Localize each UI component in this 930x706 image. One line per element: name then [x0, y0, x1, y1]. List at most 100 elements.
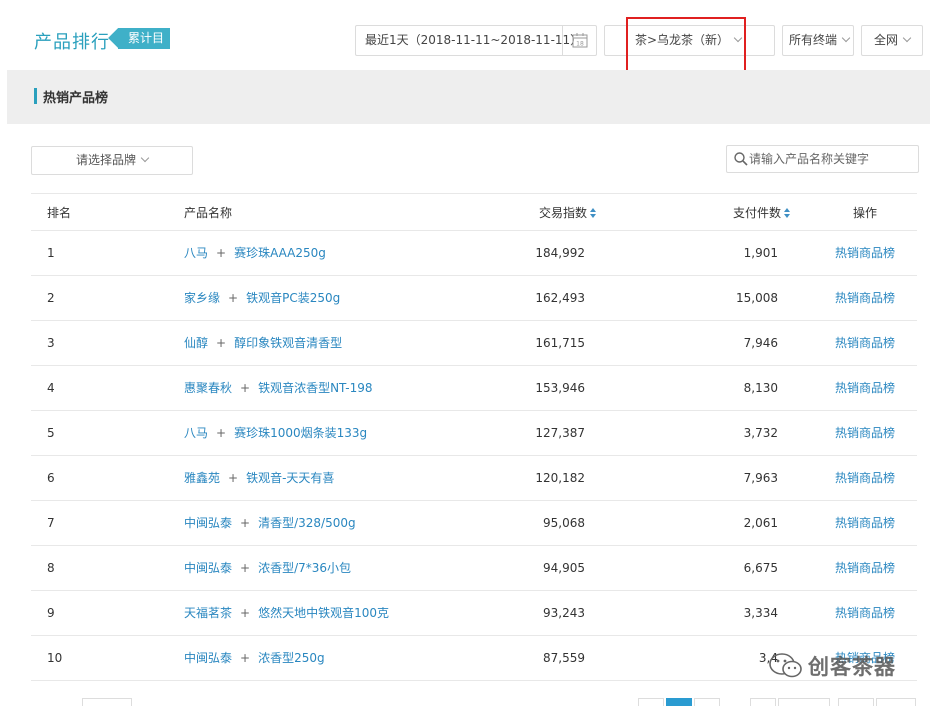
date-range-label: 最近1天（2018-11-11~2018-11-11） — [365, 33, 583, 47]
table-row: 2 家乡缘 + 铁观音PC装250g 162,493 15,008 热销商品榜 — [31, 276, 917, 321]
brand-link[interactable]: 天福茗茶 — [184, 606, 232, 620]
pagination-button[interactable] — [838, 698, 874, 706]
product-name-cell[interactable]: 中闽弘泰 + 浓香型/7*36小包 — [184, 546, 351, 591]
rank-cell: 1 — [47, 246, 55, 260]
plus-separator: + — [216, 246, 227, 260]
column-header-rank: 排名 — [47, 206, 72, 220]
plus-separator: + — [240, 651, 251, 665]
product-link[interactable]: 浓香型/7*36小包 — [258, 561, 351, 575]
product-name-cell[interactable]: 八马 + 赛珍珠AAA250g — [184, 231, 326, 276]
search-input[interactable] — [749, 149, 914, 169]
brand-link[interactable]: 雅鑫苑 — [184, 471, 220, 485]
product-name-cell[interactable]: 仙醇 + 醇印象铁观音清香型 — [184, 321, 342, 366]
column-header-payments[interactable]: 支付件数 — [733, 194, 791, 232]
brand-select[interactable]: 请选择品牌 — [31, 146, 193, 175]
trade-index-cell: 93,243 — [543, 606, 585, 620]
pagination-button[interactable] — [778, 698, 830, 706]
pagination-button[interactable] — [694, 698, 720, 706]
cumulative-badge[interactable]: 累计目 — [118, 28, 171, 49]
page-title: 产品排行 — [34, 32, 110, 53]
table-row: 3 仙醇 + 醇印象铁观音清香型 161,715 7,946 热销商品榜 — [31, 321, 917, 366]
network-select[interactable]: 全网 — [861, 25, 923, 56]
trade-index-cell: 94,905 — [543, 561, 585, 575]
column-header-product: 产品名称 — [184, 206, 233, 220]
product-name-cell[interactable]: 中闽弘泰 + 清香型/328/500g — [184, 501, 356, 546]
hot-items-link[interactable]: 热销商品榜 — [835, 231, 895, 276]
trade-index-cell: 95,068 — [543, 516, 585, 530]
payments-cell: 6,675 — [743, 561, 778, 575]
product-link[interactable]: 浓香型250g — [258, 651, 325, 665]
hot-items-link[interactable]: 热销商品榜 — [835, 366, 895, 411]
watermark-text: 创客茶器 — [808, 655, 896, 679]
rank-cell: 3 — [47, 336, 55, 350]
hot-items-link[interactable]: 热销商品榜 — [835, 456, 895, 501]
trade-index-cell: 184,992 — [535, 246, 585, 260]
product-name-cell[interactable]: 家乡缘 + 铁观音PC装250g — [184, 276, 340, 321]
payments-cell: 3,334 — [743, 606, 778, 620]
search-icon — [734, 152, 748, 166]
rank-cell: 5 — [47, 426, 55, 440]
product-link[interactable]: 铁观音-天天有喜 — [246, 471, 334, 485]
plus-separator: + — [240, 381, 251, 395]
product-link[interactable]: 醇印象铁观音清香型 — [234, 336, 342, 350]
product-link[interactable]: 悠然天地中铁观音100克 — [258, 606, 389, 620]
pagination-button[interactable] — [638, 698, 664, 706]
product-name-cell[interactable]: 天福茗茶 + 悠然天地中铁观音100克 — [184, 591, 389, 636]
date-range-picker[interactable]: 最近1天（2018-11-11~2018-11-11） 18 — [355, 25, 597, 56]
trade-index-cell: 153,946 — [535, 381, 585, 395]
rank-cell: 2 — [47, 291, 55, 305]
product-name-cell[interactable]: 惠聚春秋 + 铁观音浓香型NT-198 — [184, 366, 373, 411]
brand-link[interactable]: 八马 — [184, 426, 208, 440]
sort-icon[interactable] — [784, 208, 791, 218]
highlight-box — [626, 17, 746, 73]
product-link[interactable]: 清香型/328/500g — [258, 516, 356, 530]
table-row: 1 八马 + 赛珍珠AAA250g 184,992 1,901 热销商品榜 — [31, 231, 917, 276]
pagination-button-active[interactable] — [666, 698, 692, 706]
brand-link[interactable]: 仙醇 — [184, 336, 208, 350]
brand-link[interactable]: 家乡缘 — [184, 291, 220, 305]
brand-link[interactable]: 中闽弘泰 — [184, 651, 232, 665]
sort-icon[interactable] — [590, 208, 597, 218]
cumulative-badge-label: 累计目 — [128, 31, 165, 45]
brand-link[interactable]: 惠聚春秋 — [184, 381, 232, 395]
brand-link[interactable]: 八马 — [184, 246, 208, 260]
product-name-cell[interactable]: 雅鑫苑 + 铁观音-天天有喜 — [184, 456, 334, 501]
hot-items-link[interactable]: 热销商品榜 — [835, 501, 895, 546]
pagination-button[interactable] — [750, 698, 776, 706]
payments-cell: 7,963 — [743, 471, 778, 485]
product-name-cell[interactable]: 中闽弘泰 + 浓香型250g — [184, 636, 325, 681]
page-size-select[interactable] — [82, 698, 132, 706]
chevron-down-icon — [140, 153, 150, 163]
product-link[interactable]: 赛珍珠1000烟条装133g — [234, 426, 367, 440]
hot-items-link[interactable]: 热销商品榜 — [835, 591, 895, 636]
column-header-trade-index[interactable]: 交易指数 — [539, 194, 597, 232]
table-header-row: 排名 产品名称 交易指数 支付件数 操作 — [31, 193, 917, 231]
brand-link[interactable]: 中闽弘泰 — [184, 561, 232, 575]
terminal-select[interactable]: 所有终端 — [782, 25, 854, 56]
wechat-icon — [769, 653, 802, 678]
hot-items-link[interactable]: 热销商品榜 — [835, 276, 895, 321]
brand-link[interactable]: 中闽弘泰 — [184, 516, 232, 530]
hot-items-link[interactable]: 热销商品榜 — [835, 411, 895, 456]
trade-index-cell: 87,559 — [543, 651, 585, 665]
rank-cell: 10 — [47, 651, 63, 665]
hot-items-link[interactable]: 热销商品榜 — [835, 546, 895, 591]
payments-cell: 1,901 — [743, 246, 778, 260]
hot-items-link[interactable]: 热销商品榜 — [835, 321, 895, 366]
payments-cell: 15,008 — [736, 291, 778, 305]
terminal-label: 所有终端 — [789, 33, 838, 47]
pagination-button[interactable] — [876, 698, 916, 706]
brand-select-label: 请选择品牌 — [75, 153, 136, 167]
plus-separator: + — [216, 426, 227, 440]
product-link[interactable]: 铁观音浓香型NT-198 — [258, 381, 372, 395]
product-link[interactable]: 铁观音PC装250g — [246, 291, 340, 305]
trade-index-cell: 162,493 — [535, 291, 585, 305]
product-link[interactable]: 赛珍珠AAA250g — [234, 246, 326, 260]
plus-separator: + — [228, 471, 239, 485]
watermark: 创客茶器 — [768, 651, 918, 681]
search-box[interactable] — [726, 145, 919, 173]
plus-separator: + — [228, 291, 239, 305]
calendar-icon[interactable]: 18 — [562, 26, 596, 55]
table-row: 8 中闽弘泰 + 浓香型/7*36小包 94,905 6,675 热销商品榜 — [31, 546, 917, 591]
product-name-cell[interactable]: 八马 + 赛珍珠1000烟条装133g — [184, 411, 367, 456]
